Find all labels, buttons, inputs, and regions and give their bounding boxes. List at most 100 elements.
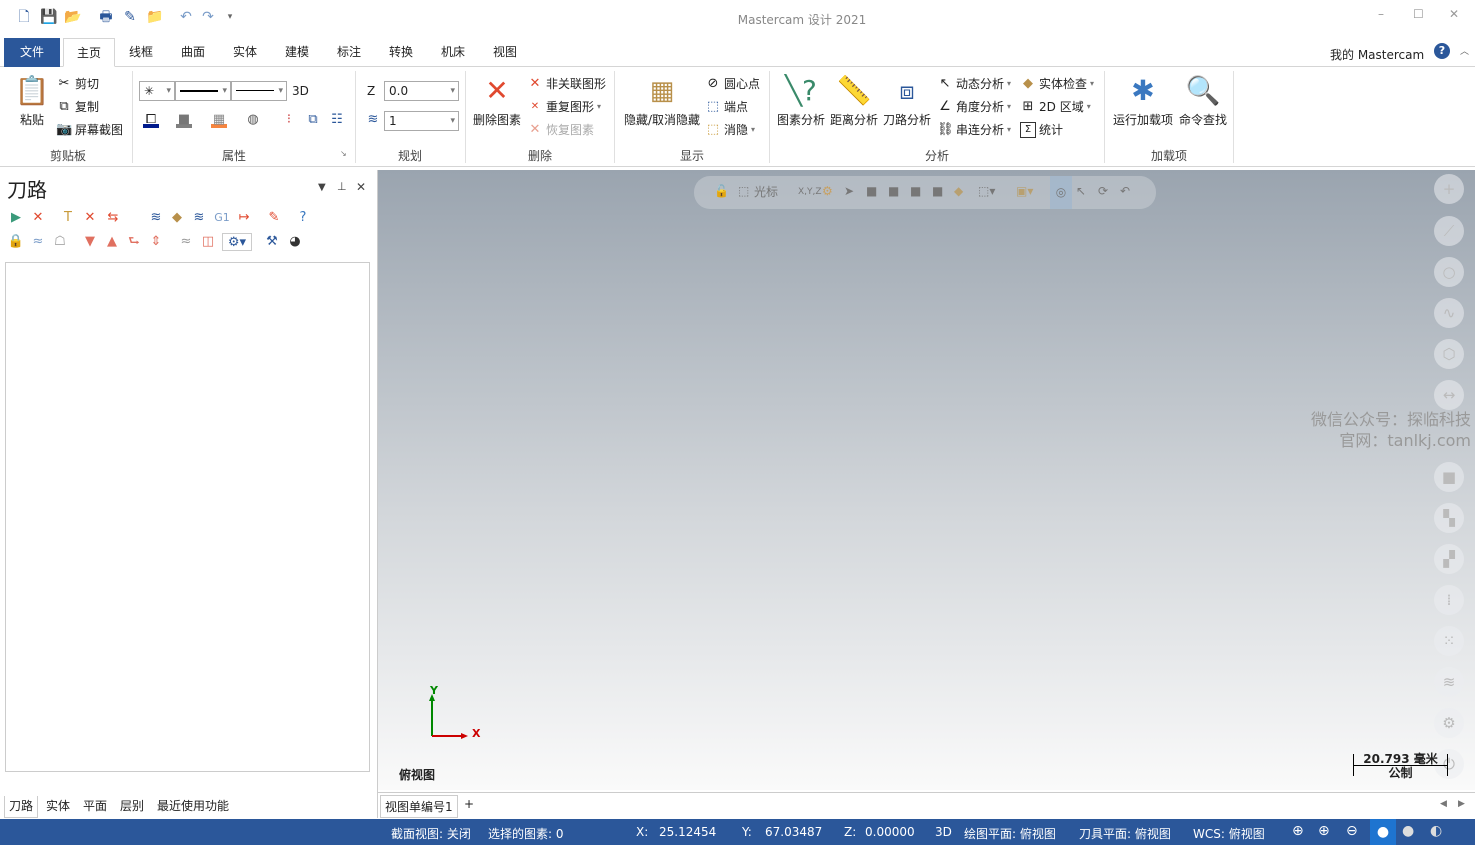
pin-icon[interactable]: ⊥ xyxy=(337,180,347,193)
dynamic-analysis-button[interactable]: ↖ 动态分析 ▾ xyxy=(937,75,1011,92)
translucency-icon[interactable]: ◐ xyxy=(1430,823,1442,839)
mode-3d-toggle[interactable]: 3D xyxy=(935,825,952,839)
endpoints-button[interactable]: ⬚ 端点 xyxy=(705,98,748,115)
bottom-tab-toolpaths[interactable]: 刀路 xyxy=(4,796,39,818)
tab-drafting[interactable]: 标注 xyxy=(326,38,372,67)
add-viewsheet-button[interactable]: + xyxy=(464,797,474,811)
display-options-dropdown[interactable]: ⚙▾ xyxy=(222,233,252,251)
solid-entity-icon[interactable]: ◆ xyxy=(954,184,963,198)
g1-post-icon[interactable]: G1 xyxy=(213,209,231,227)
tab-surfaces[interactable]: 曲面 xyxy=(170,38,216,67)
color-tool-icon[interactable]: ▚ xyxy=(1434,503,1464,533)
tab-model-prep[interactable]: 建模 xyxy=(274,38,320,67)
edge-select-icon[interactable]: ■ xyxy=(910,184,921,198)
settings-tool-icon[interactable]: ⚙ xyxy=(1434,708,1464,738)
distance-analysis-button[interactable]: 📏 距离分析 xyxy=(829,73,879,128)
area-2d-button[interactable]: ⊞ 2D 区域 ▾ xyxy=(1020,98,1091,115)
tab-transform[interactable]: 转换 xyxy=(378,38,424,67)
line-style-dropdown[interactable] xyxy=(175,81,231,101)
bottom-tab-solids[interactable]: 实体 xyxy=(42,796,74,818)
set-all-icon[interactable]: ⁝ xyxy=(281,112,297,128)
my-mastercam-link[interactable]: 我的 Mastercam xyxy=(1330,46,1424,63)
lock-icon[interactable]: 🔒 xyxy=(7,233,25,251)
verify-select-icon[interactable]: ◎ xyxy=(1050,176,1072,209)
clear-color-icon[interactable]: ⧉ xyxy=(305,112,321,128)
shaded-no-edges-icon[interactable]: ● xyxy=(1402,823,1414,839)
tab-machine[interactable]: 机床 xyxy=(430,38,476,67)
point-style-dropdown[interactable]: ✳ xyxy=(139,81,175,101)
duplicate-entities-button[interactable]: ✕ 重复图形 ▾ xyxy=(527,98,601,115)
cut-button[interactable]: ✂ 剪切 xyxy=(56,75,99,92)
analyze-tool-icon[interactable]: ⁞ xyxy=(1434,585,1464,615)
z-coordinate[interactable]: 0.00000 xyxy=(865,825,915,839)
select-pointer-icon[interactable]: ➤ xyxy=(844,184,854,198)
center-point-button[interactable]: ⊘ 圆心点 xyxy=(705,75,760,92)
dialog-launcher-icon[interactable]: ↘ xyxy=(340,149,347,158)
z-depth-input[interactable]: 0.0 xyxy=(384,81,459,101)
refresh-select-icon[interactable]: ⟳ xyxy=(1098,184,1108,198)
bottom-tab-recent-functions[interactable]: 最近使用功能 xyxy=(153,796,233,818)
attributes-manager-icon[interactable]: ☷ xyxy=(329,112,345,128)
verify-icon[interactable]: ◆ xyxy=(168,209,186,227)
level-input[interactable]: 1 xyxy=(384,111,459,131)
3d-mode-label[interactable]: 3D xyxy=(292,84,309,98)
minimize-button[interactable]: – xyxy=(1378,7,1384,21)
copy-button[interactable]: ⧉ 复制 xyxy=(56,98,99,115)
entity-select-icon[interactable]: ◫ xyxy=(199,233,217,251)
line-tool-icon[interactable]: ⟋ xyxy=(1434,216,1464,246)
help-icon[interactable]: ? xyxy=(294,209,312,227)
run-addin-button[interactable]: ✱ 运行加载项 xyxy=(1111,73,1175,128)
ghost-icon[interactable]: ☖ xyxy=(51,233,69,251)
tool-plane-status[interactable]: 刀具平面: 俯视图 xyxy=(1079,825,1171,842)
restore-entities-button[interactable]: ✕ 恢复图素 xyxy=(527,121,594,138)
add-icon[interactable]: + xyxy=(1434,174,1464,204)
scroll-right-icon[interactable]: ▶ xyxy=(1458,799,1465,809)
area-select-icon[interactable]: ▣▾ xyxy=(1016,184,1033,198)
box-tool-icon[interactable]: ■ xyxy=(1434,462,1464,492)
solid-select-icon[interactable]: ■ xyxy=(866,184,877,198)
post-selected-icon[interactable]: ↦ xyxy=(235,209,253,227)
toolpath-settings-icon[interactable]: ✎ xyxy=(265,209,283,227)
angle-analysis-button[interactable]: ∠ 角度分析 ▾ xyxy=(937,98,1011,115)
section-view-status[interactable]: 截面视图: 关闭 xyxy=(391,825,471,842)
stock-model-icon[interactable]: ◕ xyxy=(286,233,304,251)
wireframe-globe-icon[interactable]: ⊕ xyxy=(1292,823,1304,839)
construction-plane-status[interactable]: 绘图平面: 俯视图 xyxy=(964,825,1056,842)
bottom-tab-levels[interactable]: 层别 xyxy=(116,796,148,818)
insert-arrow-icon[interactable]: ⮑ xyxy=(125,233,143,251)
move-down-icon[interactable]: ▼ xyxy=(81,233,99,251)
tab-solids[interactable]: 实体 xyxy=(222,38,268,67)
select-all-operations-icon[interactable]: ▶ xyxy=(7,209,25,227)
lock-selection-icon[interactable]: 🔓 xyxy=(714,184,729,198)
toggle-display-icon[interactable]: ≈ xyxy=(29,233,47,251)
shaded-sphere-icon[interactable]: ● xyxy=(1370,819,1396,845)
unassociated-geometry-button[interactable]: ✕ 非关联图形 xyxy=(527,75,606,92)
body-select-icon[interactable]: ■ xyxy=(932,184,943,198)
tab-file[interactable]: 文件 xyxy=(4,38,60,67)
select-toolpath-icon[interactable]: ≈ xyxy=(177,233,195,251)
delete-entities-button[interactable]: ✕ 删除图素 xyxy=(470,73,524,128)
panel-menu-icon[interactable]: ▼ xyxy=(318,182,326,193)
clear-select-icon[interactable]: ↶ xyxy=(1120,184,1130,198)
line-width-dropdown[interactable] xyxy=(231,81,287,101)
circle-tool-icon[interactable]: ○ xyxy=(1434,257,1464,287)
collapse-ribbon-icon[interactable]: ︿ xyxy=(1460,44,1469,57)
graphics-viewport[interactable]: 🔓 ⬚ 光标 X,Y,Z ⚙ ➤ ■ ■ ■ ■ ◆ ⬚▾ ▣▾ ◎ ↖ ⟳ ↶… xyxy=(378,170,1475,790)
help-icon[interactable]: ? xyxy=(1434,43,1450,59)
material-icon[interactable]: ◍ xyxy=(245,112,261,128)
toggle-operations-icon[interactable]: ⇆ xyxy=(104,209,122,227)
screenshot-button[interactable]: 📷 屏幕截图 xyxy=(56,121,123,138)
shaded-outline-icon[interactable]: ⊖ xyxy=(1346,823,1358,839)
solid-color-icon[interactable]: ■ xyxy=(176,112,192,128)
hide-unhide-button[interactable]: ▦ 隐藏/取消隐藏 xyxy=(620,73,704,128)
blank-button[interactable]: ⬚ 消隐 ▾ xyxy=(705,121,755,138)
maximize-button[interactable]: ☐ xyxy=(1413,7,1424,21)
panel-close-icon[interactable]: ✕ xyxy=(356,180,366,194)
cursor-select-icon[interactable]: ⬚ xyxy=(738,184,749,198)
xyz-point-icon[interactable]: X,Y,Z xyxy=(798,187,822,197)
regenerate-icon[interactable]: T xyxy=(59,209,77,227)
scroll-left-icon[interactable]: ◀ xyxy=(1440,799,1447,809)
tab-view[interactable]: 视图 xyxy=(482,38,528,67)
find-command-button[interactable]: 🔍 命令查找 xyxy=(1176,73,1230,128)
autocursor-settings-icon[interactable]: ⚙ xyxy=(822,184,833,198)
